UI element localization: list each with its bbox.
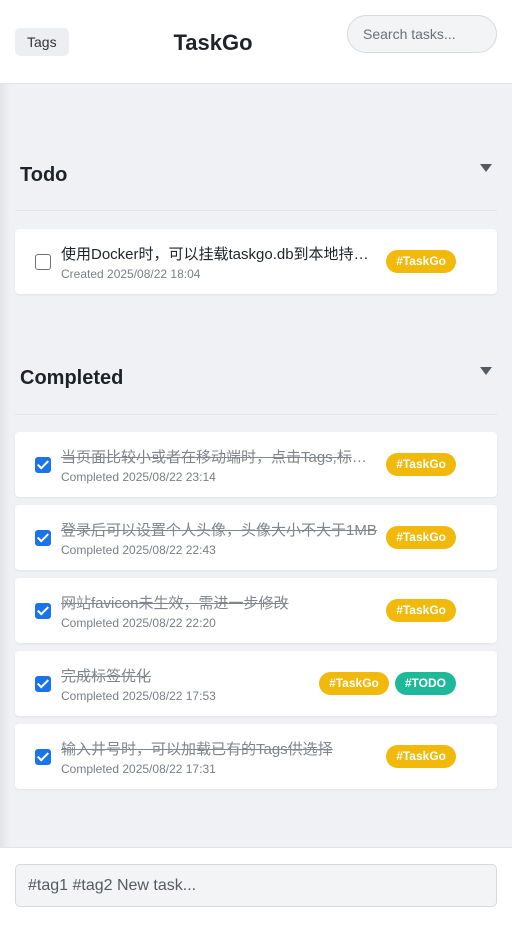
task-item: 当页面比较小或者在移动端时，点击Tags,标签栏显示 Completed 2025…: [15, 432, 497, 497]
task-tags: #TaskGo: [386, 599, 456, 622]
completed-divider: [15, 414, 497, 415]
task-item: 网站favicon未生效，需进一步修改 Completed 2025/08/22 …: [15, 578, 497, 643]
task-timestamp: Completed 2025/08/22 17:53: [61, 689, 216, 703]
tag-badge[interactable]: #TaskGo: [386, 250, 456, 273]
task-timestamp: Completed 2025/08/22 23:14: [61, 470, 216, 484]
task-text[interactable]: 网站favicon未生效，需进一步修改: [61, 592, 381, 613]
task-checkbox-checked[interactable]: [35, 676, 51, 692]
task-tags: #TaskGo: [386, 453, 456, 476]
app-header: Tags TaskGo: [0, 0, 512, 84]
completed-section-title: Completed: [20, 367, 124, 389]
task-item: 使用Docker时，可以挂载taskgo.db到本地持久化数据 Created 2…: [15, 229, 497, 294]
todo-collapse-icon[interactable]: [480, 164, 492, 172]
todo-section-title: Todo: [20, 164, 68, 186]
search-input[interactable]: [347, 15, 497, 53]
new-task-bar: [0, 847, 512, 934]
task-checkbox-checked[interactable]: [35, 749, 51, 765]
task-timestamp: Created 2025/08/22 18:04: [61, 267, 201, 281]
task-tags: #TaskGo: [386, 526, 456, 549]
task-item: 完成标签优化 Completed 2025/08/22 17:53 #TaskGo #…: [15, 651, 497, 716]
task-text[interactable]: 使用Docker时，可以挂载taskgo.db到本地持久化数据: [61, 243, 381, 264]
task-tags: #TaskGo #TODO: [319, 672, 456, 695]
new-task-input[interactable]: [15, 864, 497, 907]
task-timestamp: Completed 2025/08/22 22:43: [61, 543, 216, 557]
task-text[interactable]: 登录后可以设置个人头像，头像大小不大于1MB: [61, 519, 381, 540]
task-checkbox[interactable]: [35, 254, 51, 270]
tag-badge[interactable]: #TODO: [394, 672, 456, 695]
completed-section-header: Completed: [20, 367, 497, 397]
task-checkbox-checked[interactable]: [35, 457, 51, 473]
left-edge-shadow: [0, 0, 10, 934]
todo-divider: [15, 210, 497, 211]
tag-badge[interactable]: #TaskGo: [386, 453, 456, 476]
task-timestamp: Completed 2025/08/22 17:31: [61, 762, 216, 776]
completed-collapse-icon[interactable]: [480, 367, 492, 375]
task-timestamp: Completed 2025/08/22 22:20: [61, 616, 216, 630]
tag-badge[interactable]: #TaskGo: [386, 599, 456, 622]
todo-section-header: Todo: [20, 164, 497, 194]
task-item: 输入井号时，可以加载已有的Tags供选择 Completed 2025/08/22…: [15, 724, 497, 789]
tag-badge[interactable]: #TaskGo: [386, 745, 456, 768]
task-item: 登录后可以设置个人头像，头像大小不大于1MB Completed 2025/08/…: [15, 505, 497, 570]
task-tags: #TaskGo: [386, 250, 456, 273]
tag-badge[interactable]: #TaskGo: [386, 526, 456, 549]
task-checkbox-checked[interactable]: [35, 530, 51, 546]
task-checkbox-checked[interactable]: [35, 603, 51, 619]
tag-badge[interactable]: #TaskGo: [319, 672, 389, 695]
task-text[interactable]: 输入井号时，可以加载已有的Tags供选择: [61, 738, 381, 759]
task-tags: #TaskGo: [386, 745, 456, 768]
task-text[interactable]: 当页面比较小或者在移动端时，点击Tags,标签栏显示: [61, 446, 381, 467]
